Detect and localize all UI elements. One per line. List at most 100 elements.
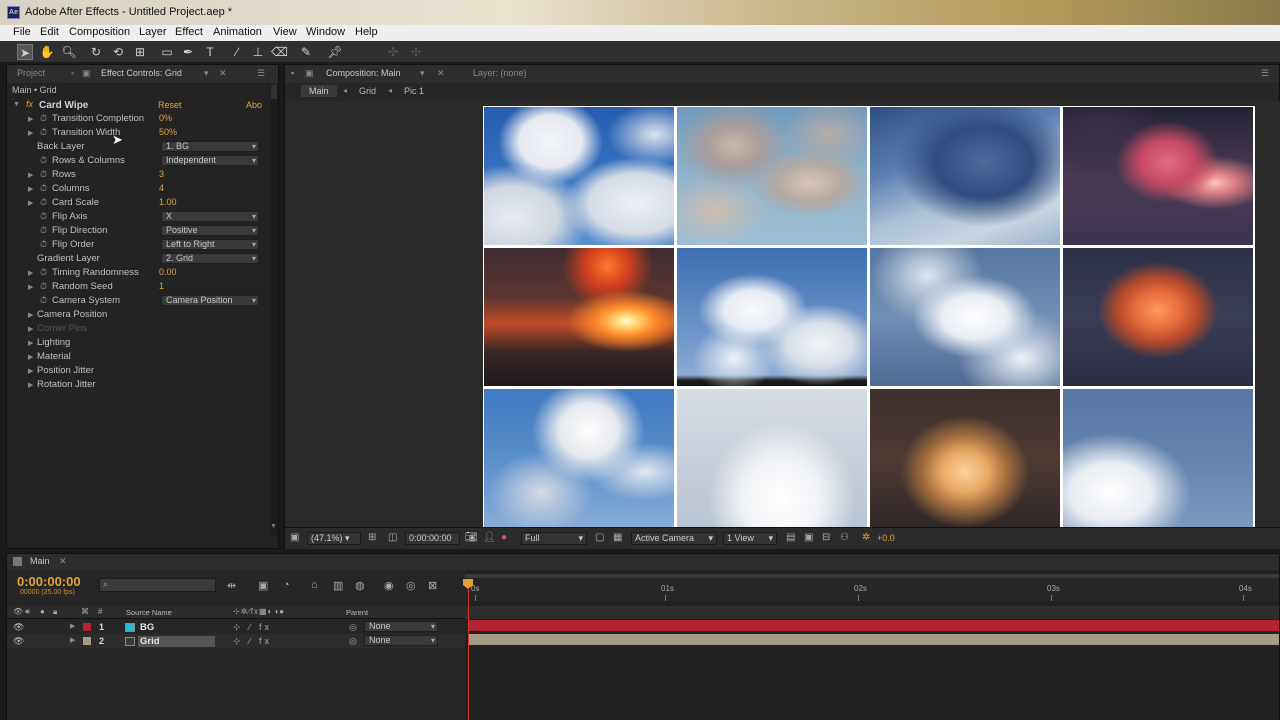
effect-group-row[interactable]: ▶ Rotation Jitter	[7, 378, 269, 392]
expand-triangle-icon[interactable]: ▶	[28, 283, 33, 291]
expand-triangle-icon[interactable]: ▶	[28, 353, 33, 361]
pen-tool-icon[interactable]: ✒	[180, 44, 196, 60]
stopwatch-icon[interactable]: ⏱	[40, 169, 47, 180]
crumb-grid[interactable]: Grid	[359, 86, 376, 96]
panel-menu-icon[interactable]: ☰	[1261, 68, 1269, 79]
effect-property-row[interactable]: ▶ ⏱ Transition Completion 0%	[7, 112, 269, 126]
menu-layer[interactable]: Layer	[139, 26, 167, 38]
about-link[interactable]: Abo	[246, 100, 262, 110]
stopwatch-icon[interactable]: ⏱	[40, 155, 47, 166]
tab-composition[interactable]: Composition: Main	[326, 68, 401, 78]
expand-triangle-icon[interactable]: ▶	[70, 622, 75, 630]
zoom-tool-icon[interactable]: 🔍︎	[61, 44, 77, 60]
tab-dropdown-icon[interactable]: ▾	[204, 68, 209, 79]
timeline-settings-icon[interactable]: ⊠	[428, 579, 437, 592]
video-switch-icon[interactable]: 👁︎	[13, 607, 23, 616]
pick-whip-icon[interactable]: ◎	[349, 636, 357, 647]
type-tool-icon[interactable]: T	[202, 44, 218, 60]
effect-property-row[interactable]: ▶ ⏱ Columns 4	[7, 182, 269, 196]
exposure-icon[interactable]: ✲	[862, 532, 870, 543]
transparency-grid-icon[interactable]: ▦	[613, 532, 622, 543]
clone-stamp-icon[interactable]: ⊥	[250, 44, 266, 60]
expand-triangle-icon[interactable]: ▶	[28, 115, 33, 123]
close-tab-icon[interactable]: ✕	[437, 68, 445, 79]
expand-triangle-icon[interactable]: ▼	[13, 101, 20, 108]
lock-icon[interactable]: ▪	[291, 68, 294, 78]
effect-property-row[interactable]: Gradient Layer 2. Grid	[7, 252, 269, 266]
keyframe-icon[interactable]: ◎	[406, 579, 416, 592]
region-of-interest-icon[interactable]: ▢	[595, 532, 604, 543]
layer-row[interactable]: 👁︎ ▶ 2 Grid ⊹ ∕ fx ◎ None	[7, 634, 465, 648]
effect-group-row[interactable]: ▶ Corner Pins	[7, 322, 269, 336]
puppet-pin-icon[interactable]: 📌︎	[327, 44, 343, 60]
toggle-pixel-aspect-icon[interactable]: ▤	[786, 532, 795, 543]
resolution-dropdown[interactable]: Full ▾	[521, 532, 587, 545]
timeline-graph-area[interactable]: 0s 01s 02s 03s 04s	[463, 570, 1279, 720]
brainstorm-icon[interactable]: ◍	[355, 579, 365, 592]
flowchart-icon[interactable]: ⚇	[840, 532, 849, 543]
work-area-bar[interactable]	[465, 574, 1279, 578]
effect-property-row[interactable]: ⏱ Flip Order Left to Right	[7, 238, 269, 252]
effect-group-row[interactable]: ▶ Position Jitter	[7, 364, 269, 378]
property-dropdown[interactable]: Positive	[161, 225, 259, 236]
view-layout-dropdown[interactable]: 1 View ▾	[723, 532, 777, 545]
fx-icon[interactable]: fx	[26, 99, 33, 109]
lock-icon[interactable]: ▪	[71, 68, 74, 78]
stopwatch-icon[interactable]: ⏱	[40, 211, 47, 222]
crumb-main[interactable]: Main	[301, 85, 337, 97]
effect-property-row[interactable]: ⏱ Rows & Columns Independent	[7, 154, 269, 168]
effect-group-row[interactable]: ▶ Material	[7, 350, 269, 364]
menu-composition[interactable]: Composition	[69, 26, 130, 38]
hand-tool-icon[interactable]: ✋	[39, 44, 55, 60]
playhead-line[interactable]	[468, 588, 469, 720]
composition-viewer[interactable]	[285, 101, 1280, 528]
lock-switch-icon[interactable]: 🔒︎	[53, 607, 57, 617]
rectangle-tool-icon[interactable]: ▭	[159, 44, 175, 60]
menu-edit[interactable]: Edit	[40, 26, 59, 38]
stopwatch-icon[interactable]: ⏱	[40, 127, 47, 138]
audio-switch-icon[interactable]: 🔊︎	[25, 607, 30, 617]
snapshot-camera-icon[interactable]: 📷︎	[465, 532, 478, 543]
expand-triangle-icon[interactable]: ▶	[28, 367, 33, 375]
effect-property-row[interactable]: ▶ ⏱ Card Scale 1.00	[7, 196, 269, 210]
brush-tool-icon[interactable]: ∕	[229, 44, 245, 60]
expand-triangle-icon[interactable]: ▶	[28, 381, 33, 389]
expand-triangle-icon[interactable]: ▶	[28, 325, 33, 333]
visibility-eye-icon[interactable]: 👁︎	[13, 622, 24, 633]
close-tab-icon[interactable]: ✕	[59, 556, 67, 567]
stopwatch-icon[interactable]: ⏱	[40, 239, 47, 250]
effect-property-row[interactable]: ⏱ Flip Axis X	[7, 210, 269, 224]
effect-group-row[interactable]: ▶ Lighting	[7, 336, 269, 350]
property-value[interactable]: 0.00	[159, 267, 177, 277]
stopwatch-icon[interactable]: ⏱	[40, 197, 47, 208]
stopwatch-icon[interactable]: ⏱	[40, 267, 47, 278]
motion-blur-icon[interactable]: ◔	[283, 579, 290, 591]
menu-help[interactable]: Help	[355, 26, 378, 38]
property-dropdown[interactable]: 1. BG	[161, 141, 259, 152]
expand-triangle-icon[interactable]: ▶	[28, 185, 33, 193]
layer-row[interactable]: 👁︎ ▶ 1 BG ⊹ ∕ fx ◎ None	[7, 620, 465, 634]
pan-behind-icon[interactable]: ⊞	[132, 44, 148, 60]
label-color-swatch[interactable]	[83, 637, 91, 645]
expand-triangle-icon[interactable]: ▶	[28, 171, 33, 179]
current-time-field[interactable]: 0:00:00:00	[405, 532, 460, 545]
draft-3d-icon[interactable]: ▣	[258, 579, 268, 592]
expand-triangle-icon[interactable]: ▶	[70, 636, 75, 644]
effect-property-row[interactable]: ⏱ Flip Direction Positive	[7, 224, 269, 238]
effect-property-row[interactable]: ▶ ⏱ Transition Width 50%	[7, 126, 269, 140]
property-value[interactable]: 1.00	[159, 197, 177, 207]
expand-triangle-icon[interactable]: ▶	[28, 269, 33, 277]
scrollbar-thumb[interactable]	[271, 85, 277, 99]
label-column-icon[interactable]: ⌘	[81, 607, 89, 616]
layer-search-input[interactable]: ⌕	[99, 578, 216, 592]
timeline-icon[interactable]: ⊟	[822, 532, 830, 543]
graph-editor-icon[interactable]: ◉	[384, 579, 394, 592]
mask-visibility-icon[interactable]: ◫	[388, 532, 397, 543]
scrollbar[interactable]: ▼	[270, 85, 278, 535]
menu-effect[interactable]: Effect	[175, 26, 203, 38]
property-value[interactable]: 4	[159, 183, 164, 193]
magnification-dropdown[interactable]: (47.1%) ▾	[307, 532, 361, 545]
parent-dropdown[interactable]: None	[364, 635, 438, 646]
visibility-eye-icon[interactable]: 👁︎	[13, 636, 24, 647]
layer-bar-grid[interactable]	[469, 634, 1279, 645]
